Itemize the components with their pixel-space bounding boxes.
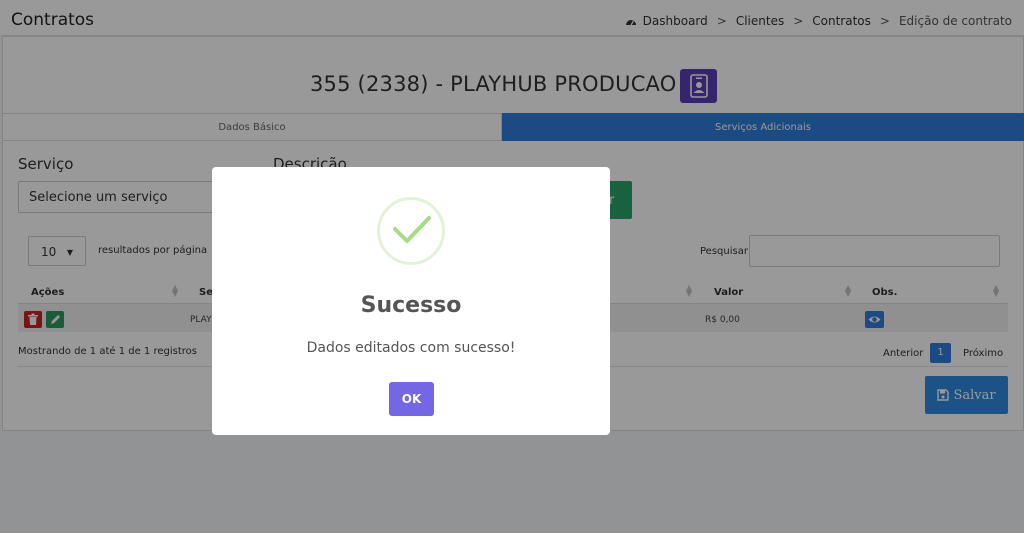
ok-button[interactable]: OK: [389, 382, 434, 416]
success-icon: [377, 197, 445, 265]
dialog-message: Dados editados com sucesso!: [306, 340, 516, 356]
checkmark-icon: [393, 216, 431, 243]
success-dialog: Sucesso Dados editados com sucesso! OK: [212, 167, 610, 435]
dialog-title: Sucesso: [360, 293, 462, 318]
